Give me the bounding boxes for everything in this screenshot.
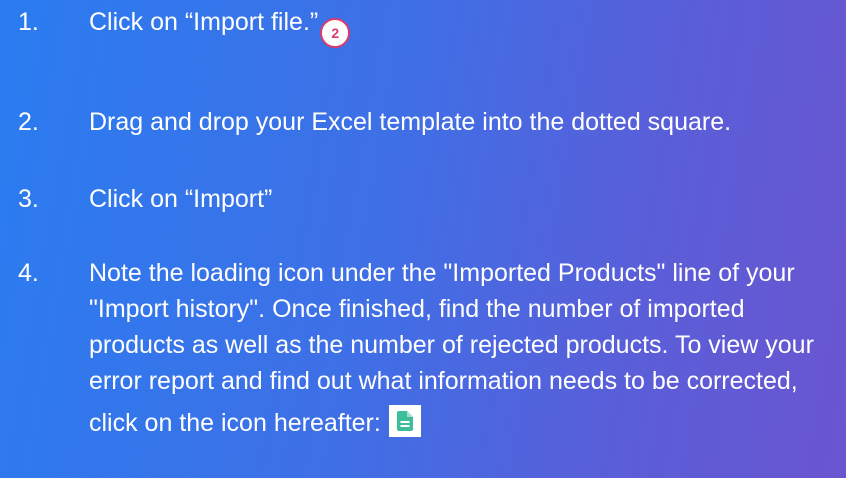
step-number: 2. <box>18 108 39 136</box>
step-badge: 2 <box>320 18 351 48</box>
step-number: 3. <box>18 185 39 213</box>
step-text: Drag and drop your Excel template into t… <box>89 108 732 136</box>
step-text: Click on “Import” <box>89 185 273 213</box>
document-glyph <box>396 411 413 431</box>
step-1-text: Click on “Import file.” <box>89 8 319 36</box>
report-document-icon[interactable] <box>388 405 421 437</box>
step-text: Click on “Import file.” 2 <box>89 4 839 48</box>
step-4-text: Note the loading icon under the "Importe… <box>89 259 814 437</box>
step-number: 4. <box>18 259 39 287</box>
step-text: Note the loading icon under the "Importe… <box>89 255 839 441</box>
step-number: 1. <box>18 8 39 36</box>
